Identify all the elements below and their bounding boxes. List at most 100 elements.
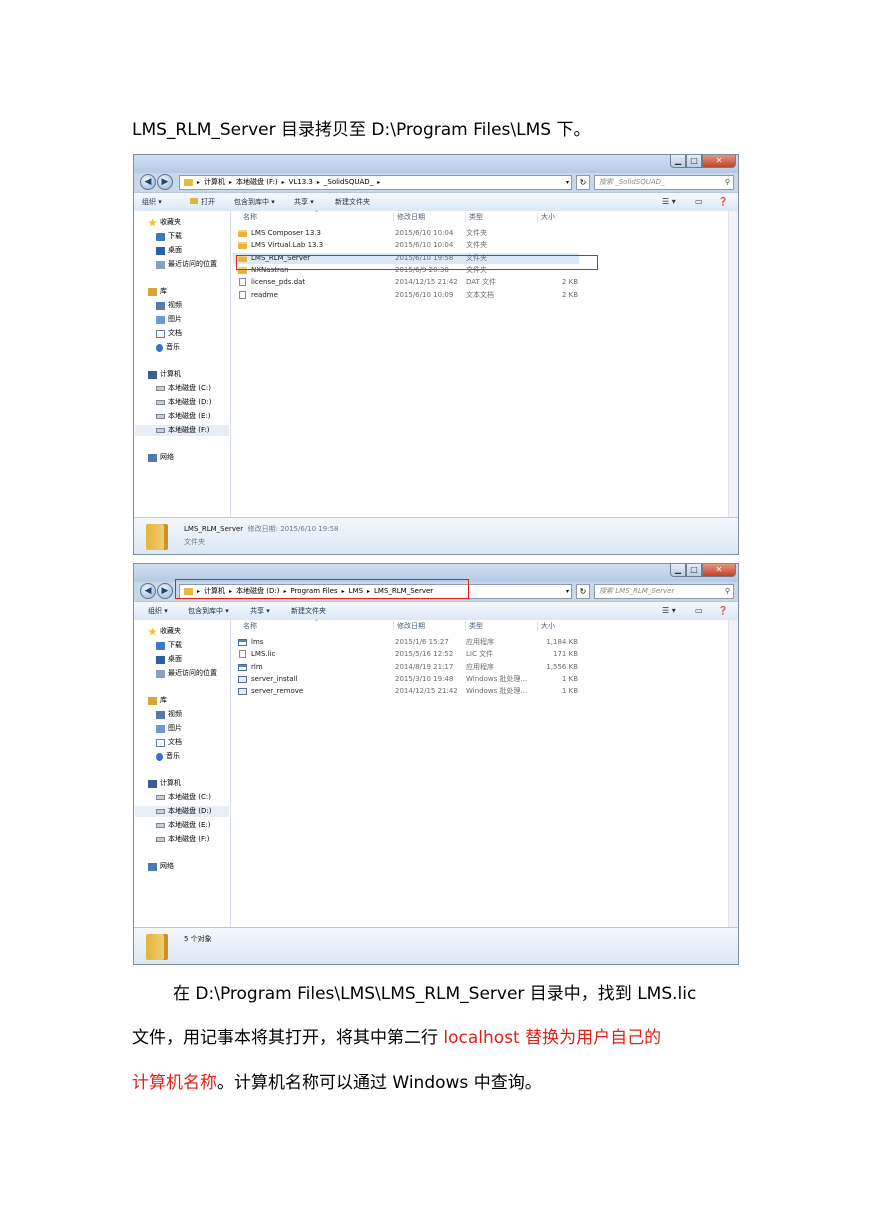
column-header-type[interactable]: 类型 <box>469 620 483 632</box>
breadcrumb-program-files[interactable]: Program Files <box>290 585 337 598</box>
table-row[interactable]: NXNastran 2015/6/9 20:30 文件夹 <box>233 265 579 276</box>
column-header-date[interactable]: 修改日期 <box>397 620 425 632</box>
file-size: 1 KB <box>561 674 578 683</box>
close-button[interactable]: ✕ <box>702 155 736 168</box>
share-button[interactable]: 共享 ▾ <box>294 193 314 211</box>
nav-drive-d[interactable]: 本地磁盘 (D:) <box>156 397 211 408</box>
nav-videos[interactable]: 视频 <box>156 709 182 720</box>
nav-network[interactable]: 网络 <box>148 452 174 463</box>
nav-documents[interactable]: 文档 <box>156 328 182 339</box>
table-row[interactable]: license_pds.dat 2014/12/15 21:42 DAT 文件 2 K… <box>233 277 579 288</box>
nav-desktop[interactable]: 桌面 <box>156 245 182 256</box>
column-header-size[interactable]: 大小 <box>541 620 555 632</box>
view-options-icon[interactable]: ☰ ▾ <box>662 193 676 211</box>
nav-drive-c[interactable]: 本地磁盘 (C:) <box>156 792 211 803</box>
table-row[interactable]: rlm 2014/8/19 21:17 应用程序 1,556 KB <box>233 662 579 673</box>
nav-documents[interactable]: 文档 <box>156 737 182 748</box>
nav-drive-f[interactable]: 本地磁盘 (F:) <box>156 834 210 845</box>
view-options-icon[interactable]: ☰ ▾ <box>662 602 676 620</box>
table-row[interactable]: LMS.lic 2015/5/16 12:52 LIC 文件 171 KB <box>233 649 579 660</box>
help-icon[interactable]: ❓ <box>718 602 728 620</box>
refresh-button[interactable]: ↻ <box>576 584 590 599</box>
breadcrumb-solidsquad[interactable]: _SolidSQUAD_ <box>324 176 373 189</box>
table-row[interactable]: server_install 2015/3/10 19:48 Windows 批处理… <box>233 674 579 685</box>
address-bar[interactable]: ▸ 计算机 ▸ 本地磁盘 (F:) ▸ VL13.3 ▸ _SolidSQUAD… <box>179 175 572 190</box>
nav-pictures[interactable]: 图片 <box>156 723 182 734</box>
back-button[interactable]: ◀ <box>140 583 156 599</box>
breadcrumb-computer[interactable]: 计算机 <box>204 176 225 189</box>
preview-pane-icon[interactable]: ▭ <box>695 193 703 211</box>
nav-libraries[interactable]: 库 <box>148 695 167 706</box>
breadcrumb-computer[interactable]: 计算机 <box>204 585 225 598</box>
refresh-button[interactable]: ↻ <box>576 175 590 190</box>
scrollbar[interactable] <box>728 211 738 518</box>
minimize-button[interactable]: ▁ <box>670 155 686 168</box>
breadcrumb-lms-rlm-server[interactable]: LMS_RLM_Server <box>374 585 433 598</box>
breadcrumb-drive[interactable]: 本地磁盘 (D:) <box>236 585 279 598</box>
nav-favorites[interactable]: 收藏夹 <box>148 626 181 637</box>
include-library-button[interactable]: 包含到库中 ▾ <box>188 602 229 620</box>
nav-label: 音乐 <box>166 752 180 760</box>
scrollbar[interactable] <box>728 620 738 928</box>
column-header-name[interactable]: 名称 <box>243 211 257 223</box>
network-icon <box>148 862 157 871</box>
nav-drive-c[interactable]: 本地磁盘 (C:) <box>156 383 211 394</box>
breadcrumb-vl133[interactable]: VL13.3 <box>289 176 313 189</box>
nav-drive-e[interactable]: 本地磁盘 (E:) <box>156 411 210 422</box>
minimize-button[interactable]: ▁ <box>670 564 686 577</box>
address-bar[interactable]: ▸ 计算机 ▸ 本地磁盘 (D:) ▸ Program Files ▸ LMS … <box>179 584 572 599</box>
address-dropdown-icon[interactable]: ▾ <box>566 176 569 189</box>
new-folder-button[interactable]: 新建文件夹 <box>291 602 326 620</box>
table-row[interactable]: LMS Composer 13.3 2015/6/10 10:04 文件夹 <box>233 228 579 239</box>
share-button[interactable]: 共享 ▾ <box>250 602 270 620</box>
organize-button[interactable]: 组织 ▾ <box>142 193 162 211</box>
nav-recent[interactable]: 最近访问的位置 <box>156 668 217 679</box>
address-dropdown-icon[interactable]: ▾ <box>566 585 569 598</box>
nav-drive-e[interactable]: 本地磁盘 (E:) <box>156 820 210 831</box>
table-row[interactable]: lms 2015/1/6 15:27 应用程序 1,184 KB <box>233 637 579 648</box>
help-icon[interactable]: ❓ <box>718 193 728 211</box>
nav-favorites[interactable]: 收藏夹 <box>148 217 181 228</box>
nav-drive-d[interactable]: 本地磁盘 (D:) <box>135 806 229 817</box>
nav-desktop[interactable]: 桌面 <box>156 654 182 665</box>
new-folder-button[interactable]: 新建文件夹 <box>335 193 370 211</box>
column-header-date[interactable]: 修改日期 <box>397 211 425 223</box>
desktop-icon <box>156 655 165 664</box>
nav-videos[interactable]: 视频 <box>156 300 182 311</box>
nav-computer[interactable]: 计算机 <box>148 778 181 789</box>
forward-button[interactable]: ▶ <box>157 174 173 190</box>
table-row[interactable]: LMS_RLM_Server 2015/6/10 19:58 文件夹 <box>233 252 579 264</box>
nav-drive-f[interactable]: 本地磁盘 (F:) <box>135 425 229 436</box>
forward-button[interactable]: ▶ <box>157 583 173 599</box>
maximize-button[interactable]: □ <box>686 155 702 168</box>
table-row[interactable]: LMS Virtual.Lab 13.3 2015/6/10 10:04 文件夹 <box>233 240 579 251</box>
nav-music[interactable]: 音乐 <box>156 751 180 762</box>
nav-pictures[interactable]: 图片 <box>156 314 182 325</box>
maximize-button[interactable]: □ <box>686 564 702 577</box>
organize-button[interactable]: 组织 ▾ <box>148 602 168 620</box>
table-row[interactable]: server_remove 2014/12/15 21:42 Windows 批处理… <box>233 686 579 697</box>
close-button[interactable]: ✕ <box>702 564 736 577</box>
search-input[interactable]: 搜索 _SolidSQUAD_ ⚲ <box>594 175 734 190</box>
nav-recent[interactable]: 最近访问的位置 <box>156 259 217 270</box>
nav-music[interactable]: 音乐 <box>156 342 180 353</box>
nav-libraries[interactable]: 库 <box>148 286 167 297</box>
preview-pane-icon[interactable]: ▭ <box>695 602 703 620</box>
breadcrumb-lms[interactable]: LMS <box>349 585 363 598</box>
include-library-button[interactable]: 包含到库中 ▾ <box>234 193 275 211</box>
details-subtitle: 文件夹 <box>184 538 205 546</box>
nav-computer[interactable]: 计算机 <box>148 369 181 380</box>
table-row[interactable]: readme 2015/6/10 10:09 文本文档 2 KB <box>233 290 579 301</box>
search-input[interactable]: 搜索 LMS_RLM_Server ⚲ <box>594 584 734 599</box>
nav-downloads[interactable]: 下载 <box>156 640 182 651</box>
back-button[interactable]: ◀ <box>140 174 156 190</box>
nav-downloads[interactable]: 下载 <box>156 231 182 242</box>
open-label: 打开 <box>201 198 215 206</box>
breadcrumb-drive[interactable]: 本地磁盘 (F:) <box>236 176 278 189</box>
column-header-name[interactable]: 名称 <box>243 620 257 632</box>
file-list: ⌃ 名称 修改日期 类型 大小 LMS Composer 13.3 2015/6/… <box>231 210 738 518</box>
column-header-size[interactable]: 大小 <box>541 211 555 223</box>
open-button[interactable]: 打开 <box>190 193 215 211</box>
column-header-type[interactable]: 类型 <box>469 211 483 223</box>
nav-network[interactable]: 网络 <box>148 861 174 872</box>
